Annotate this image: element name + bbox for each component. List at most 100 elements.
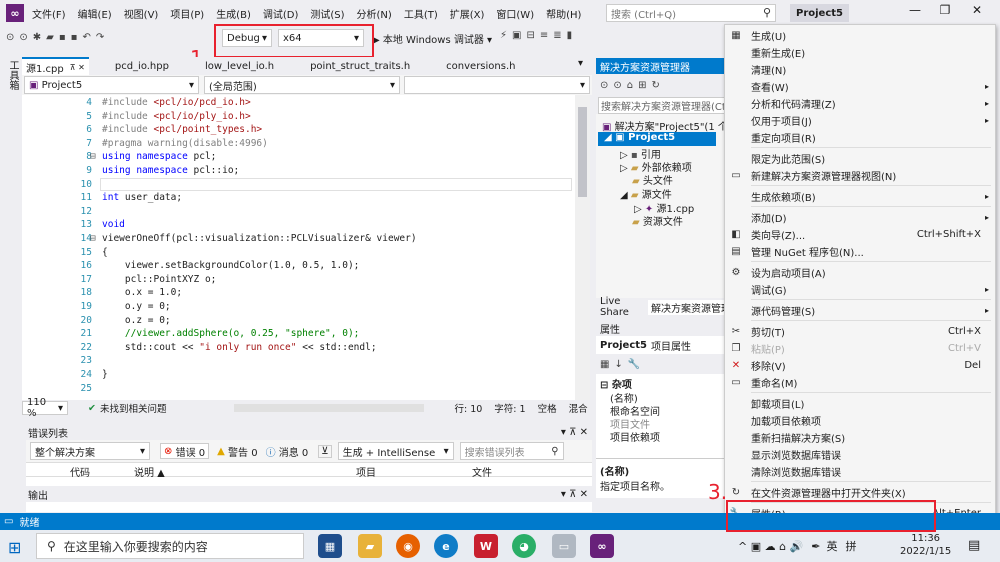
menu-item[interactable]: 生成(B)	[216, 6, 251, 21]
menu-item[interactable]: 扩展(X)	[450, 6, 485, 21]
context-menu-item[interactable]: ✂ 剪切(T) Ctrl+X	[725, 323, 995, 339]
ime-mode[interactable]: 拼	[846, 538, 857, 554]
context-menu-item[interactable]: 分析和代码清理(Z) ▸	[725, 95, 995, 111]
menu-item[interactable]: 文件(F)	[32, 6, 66, 21]
panel-controls-icon[interactable]: ▾ ⊼ ✕	[561, 489, 588, 500]
context-menu-item[interactable]: ◧ 类向导(Z)... Ctrl+Shift+X	[725, 226, 995, 242]
context-menu-item[interactable]: 重新扫描解决方案(S)	[725, 429, 995, 445]
clock[interactable]: 11:36 2022/1/15	[900, 532, 951, 558]
menu-item[interactable]: 分析(N)	[357, 6, 392, 21]
search-box[interactable]: 搜索 (Ctrl+Q) ⚲	[606, 4, 776, 22]
context-menu-item[interactable]: 生成依赖项(B) ▸	[725, 188, 995, 204]
hot-reload-icon[interactable]: ⚡	[500, 30, 507, 41]
context-menu-item[interactable]: ⚙ 设为启动项目(A)	[725, 264, 995, 280]
menu-item[interactable]: 视图(V)	[124, 6, 159, 21]
screen-share-icon[interactable]: ▭	[552, 534, 576, 558]
new-project-icon[interactable]: ✱	[33, 32, 41, 43]
file-explorer-icon[interactable]: ▰	[358, 534, 382, 558]
nav-scope-dropdown[interactable]: (全局范围) ▾	[204, 76, 400, 94]
context-menu-item[interactable]: ❐ 粘贴(P) Ctrl+V	[725, 340, 995, 356]
tab-pin-close-icon[interactable]: ⊼ ✕	[70, 63, 85, 72]
warnings-filter-button[interactable]: ▲ 警告 0	[217, 444, 257, 459]
sync-icon[interactable]: ↻	[652, 80, 660, 91]
context-menu-item[interactable]: 加载项目依赖项	[725, 412, 995, 428]
align-icon[interactable]: ≡	[540, 30, 548, 41]
zoom-dropdown[interactable]: 110 % ▾	[22, 397, 68, 419]
scrollbar-thumb[interactable]	[578, 107, 587, 197]
toolbox-side-tab[interactable]: 工具箱	[0, 56, 20, 496]
save-icon[interactable]: ▪	[59, 32, 66, 43]
tree-source-files[interactable]: ◢ ▰ 源文件	[620, 186, 672, 201]
horizontal-scrollbar[interactable]	[234, 404, 425, 412]
fold-icon[interactable]: ⊟	[90, 233, 96, 244]
menu-item[interactable]: 窗口(W)	[496, 6, 534, 21]
context-menu-item[interactable]: 清除浏览数据库错误	[725, 463, 995, 479]
menu-item[interactable]: 编辑(E)	[78, 6, 112, 21]
editor-tab[interactable]: low_level_io.h	[195, 57, 284, 75]
nav-project-dropdown[interactable]: ▣ Project5 ▾	[24, 76, 199, 94]
filter-icon[interactable]: ⊻	[318, 444, 332, 458]
prop-project-deps[interactable]: 项目依赖项	[610, 429, 660, 444]
context-menu-item[interactable]: 限定为此范围(S)	[725, 150, 995, 166]
panel-controls-icon[interactable]: ▾ ⊼ ✕	[561, 427, 588, 438]
editor-tab[interactable]: pcd_io.hpp	[105, 57, 179, 75]
context-menu-item[interactable]: ▦ 生成(U)	[725, 27, 995, 43]
context-menu-item[interactable]: ↻ 在文件资源管理器中打开文件夹(X)	[725, 484, 995, 500]
ime-lang[interactable]: 英	[827, 538, 838, 554]
screenshot-icon[interactable]: ▣	[512, 30, 521, 41]
editor-scrollbar[interactable]	[575, 95, 590, 400]
tray-icons[interactable]: ^ ▣ ☁ ⌂ 🔊	[738, 540, 803, 553]
context-menu-item[interactable]: ▭ 重命名(M)	[725, 374, 995, 390]
open-icon[interactable]: ▰	[46, 32, 54, 43]
windows-start-icon[interactable]: ⊞	[8, 538, 21, 557]
context-menu-item[interactable]: ▤ 管理 NuGet 程序包(N)...	[725, 243, 995, 259]
editor-tab[interactable]: 源1.cpp ⊼ ✕	[22, 57, 89, 75]
context-menu-item[interactable]: 卸载项目(L)	[725, 395, 995, 411]
context-menu-item[interactable]: 源代码管理(S) ▸	[725, 302, 995, 318]
errors-filter-button[interactable]: ⊗ 错误 0	[160, 443, 210, 459]
tree-header-files[interactable]: ▰ 头文件	[632, 172, 673, 187]
redo-icon[interactable]: ↷	[96, 32, 104, 43]
firefox-icon[interactable]: ◉	[396, 534, 420, 558]
nav-member-dropdown[interactable]: ▾	[404, 76, 590, 94]
menu-item[interactable]: 项目(P)	[170, 6, 204, 21]
solution-search-input[interactable]: 搜索解决方案资源管理器(Ctrl+;)	[598, 97, 726, 114]
tab-live-share[interactable]: Live Share	[600, 296, 642, 318]
forward-icon[interactable]: ⊙	[19, 32, 27, 43]
switch-view-icon[interactable]: ⊞	[638, 80, 646, 91]
context-menu-item[interactable]: 重定向项目(R)	[725, 129, 995, 145]
restore-button[interactable]: ❐	[930, 3, 960, 17]
context-menu-item[interactable]: ✕ 移除(V) Del	[725, 357, 995, 373]
categorized-icon[interactable]: ▦	[600, 359, 609, 370]
messages-filter-button[interactable]: ⓘ 消息 0	[266, 444, 309, 459]
notification-icon[interactable]: ▤	[968, 538, 980, 553]
menu-item[interactable]: 帮助(H)	[546, 6, 581, 21]
tree-solution[interactable]: ▣ 解决方案"Project5"(1 个	[602, 118, 728, 133]
context-menu-item[interactable]: 调试(G) ▸	[725, 281, 995, 297]
error-search-input[interactable]: 搜索错误列表 ⚲	[459, 442, 564, 460]
save-all-icon[interactable]: ▪	[71, 32, 78, 43]
category-misc[interactable]: ⊟ 杂项	[600, 376, 632, 391]
menu-item[interactable]: 工具(T)	[404, 6, 438, 21]
minimize-button[interactable]: —	[900, 3, 930, 17]
bookmark-icon[interactable]: ▮	[567, 30, 573, 41]
debugger-button[interactable]: ▶ 本地 Windows 调试器 ▾	[372, 31, 492, 46]
build-filter-dropdown[interactable]: 生成 + IntelliSense ▾	[337, 442, 454, 460]
undo-icon[interactable]: ↶	[82, 32, 90, 43]
pen-icon[interactable]: ✒	[811, 540, 820, 553]
tab-solution-explorer[interactable]: 解决方案资源管理器	[647, 299, 726, 315]
error-scope-dropdown[interactable]: 整个解决方案 ▾	[30, 442, 150, 460]
taskbar-search[interactable]: ⚲ 在这里输入你要搜索的内容	[36, 533, 304, 559]
home-icon[interactable]: ⌂	[627, 80, 633, 91]
wps-icon[interactable]: W	[474, 534, 498, 558]
property-pages-icon[interactable]: 🔧	[628, 359, 640, 370]
back-icon[interactable]: ⊙	[600, 80, 608, 91]
task-view-icon[interactable]: ▦	[318, 534, 342, 558]
edge-icon[interactable]: e	[434, 534, 458, 558]
back-icon[interactable]: ⊙	[6, 32, 14, 43]
visual-studio-icon[interactable]: ∞	[590, 534, 614, 558]
context-menu-item[interactable]: 清理(N)	[725, 61, 995, 77]
code-editor[interactable]: 4 #include <pcl/io/pcd_io.h> 5 #include <pc…	[22, 95, 590, 400]
forward-icon[interactable]: ⊙	[613, 80, 621, 91]
tree-resource-files[interactable]: ▰ 资源文件	[632, 213, 683, 228]
